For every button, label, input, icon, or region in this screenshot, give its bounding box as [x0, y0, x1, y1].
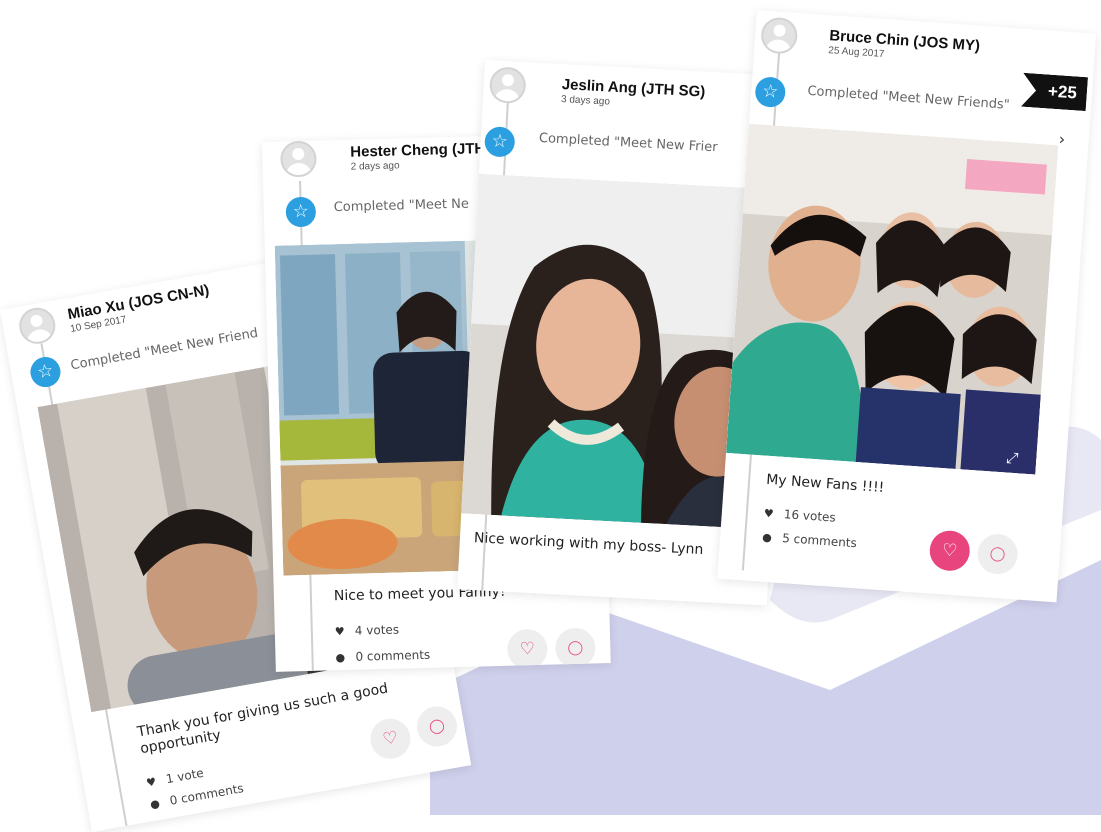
vote-count: ♥ 1 vote — [145, 765, 205, 790]
author-name[interactable]: Hester Cheng (JTH — [350, 140, 485, 161]
comment-dot-icon: ● — [149, 796, 161, 812]
expand-icon[interactable]: ⤢ — [1006, 449, 1019, 468]
activity-text: Completed "Meet New Friend — [69, 325, 260, 374]
vote-count-text: 1 vote — [164, 765, 205, 787]
vote-count: ♥ 4 votes — [335, 623, 400, 639]
like-button[interactable]: ♡ — [506, 628, 548, 670]
star-icon: ☆ — [285, 196, 317, 228]
like-button[interactable]: ♡ — [928, 529, 972, 573]
comment-count: ● 5 comments — [762, 530, 857, 551]
vote-count-text: 4 votes — [354, 622, 400, 638]
comment-dot-icon: ● — [335, 651, 346, 665]
avatar[interactable] — [16, 304, 59, 347]
comment-count-text: 0 comments — [168, 781, 245, 808]
comment-button[interactable]: ◯ — [976, 532, 1019, 576]
post-caption: My New Fans !!!! — [765, 471, 885, 497]
activity-text: Completed "Meet Ne — [333, 196, 470, 216]
post-caption: Nice working with my boss- Lynn — [473, 530, 704, 559]
comment-dot-icon: ● — [761, 530, 773, 545]
comment-button[interactable]: ◯ — [413, 703, 461, 750]
post-date: 2 days ago — [350, 160, 400, 173]
vote-count-text: 16 votes — [783, 507, 837, 525]
post-date: 3 days ago — [560, 94, 611, 108]
like-button[interactable]: ♡ — [367, 715, 414, 762]
heart-filled-icon: ♥ — [763, 506, 775, 521]
heart-filled-icon: ♥ — [334, 625, 345, 639]
star-icon: ☆ — [28, 354, 63, 390]
comment-button[interactable]: ◯ — [554, 627, 596, 669]
post-photo[interactable] — [726, 123, 1059, 475]
avatar[interactable] — [279, 140, 317, 178]
avatar[interactable] — [760, 16, 799, 55]
vote-count: ♥ 16 votes — [763, 506, 836, 525]
star-icon: ☆ — [483, 126, 516, 158]
avatar[interactable] — [488, 66, 527, 105]
points-badge: +25 — [1021, 73, 1088, 111]
star-icon: ☆ — [754, 76, 787, 109]
comment-count-text: 5 comments — [781, 531, 858, 551]
activity-text: Completed "Meet New Friends" — [806, 83, 1011, 113]
chevron-right-icon[interactable]: › — [1058, 129, 1066, 148]
group-selfie-photo — [726, 123, 1059, 475]
comment-count: ● 0 comments — [335, 648, 430, 664]
activity-text: Completed "Meet New Frier — [538, 130, 718, 156]
comment-count-text: 0 comments — [355, 647, 431, 664]
post-card-bruce-chin[interactable]: Bruce Chin (JOS MY) 25 Aug 2017 +25 ☆ Co… — [717, 10, 1097, 603]
heart-filled-icon: ♥ — [145, 775, 158, 790]
